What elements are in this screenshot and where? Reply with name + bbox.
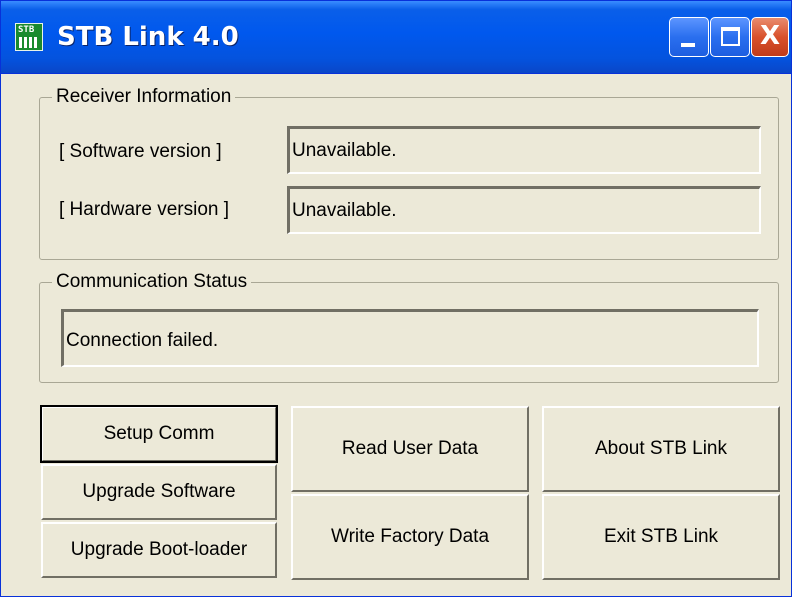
upgrade-bootloader-button[interactable]: Upgrade Boot-loader <box>41 522 277 578</box>
minimize-button[interactable] <box>669 17 709 57</box>
app-icon-grid <box>19 37 39 48</box>
stb-app-icon: STB <box>15 23 43 51</box>
hardware-version-label: [ Hardware version ] <box>59 199 230 220</box>
connection-status-field: Connection failed. <box>61 309 759 367</box>
receiver-information-group: Receiver Information <box>39 85 779 260</box>
software-version-label: [ Software version ] <box>59 141 222 162</box>
setup-comm-button[interactable]: Setup Comm <box>40 405 278 463</box>
maximize-button[interactable] <box>710 17 750 57</box>
write-factory-data-button[interactable]: Write Factory Data <box>291 494 529 580</box>
communication-status-legend: Communication Status <box>52 270 252 294</box>
window-title: STB Link 4.0 <box>57 22 239 52</box>
software-version-field: Unavailable. <box>287 126 761 174</box>
exit-stb-link-button[interactable]: Exit STB Link <box>542 494 780 580</box>
read-user-data-button[interactable]: Read User Data <box>291 406 529 492</box>
title-bar[interactable]: STB STB Link 4.0 X <box>1 1 791 74</box>
close-icon: X <box>759 21 781 51</box>
maximize-icon <box>721 27 740 46</box>
hardware-version-field: Unavailable. <box>287 186 761 234</box>
about-stb-link-button[interactable]: About STB Link <box>542 406 780 492</box>
receiver-information-legend: Receiver Information <box>52 85 236 109</box>
stb-link-window: STB STB Link 4.0 X Receiver Information … <box>0 0 792 597</box>
close-button[interactable]: X <box>751 17 789 57</box>
upgrade-software-button[interactable]: Upgrade Software <box>41 464 277 520</box>
app-icon-text: STB <box>18 25 35 35</box>
minimize-icon <box>681 43 695 47</box>
